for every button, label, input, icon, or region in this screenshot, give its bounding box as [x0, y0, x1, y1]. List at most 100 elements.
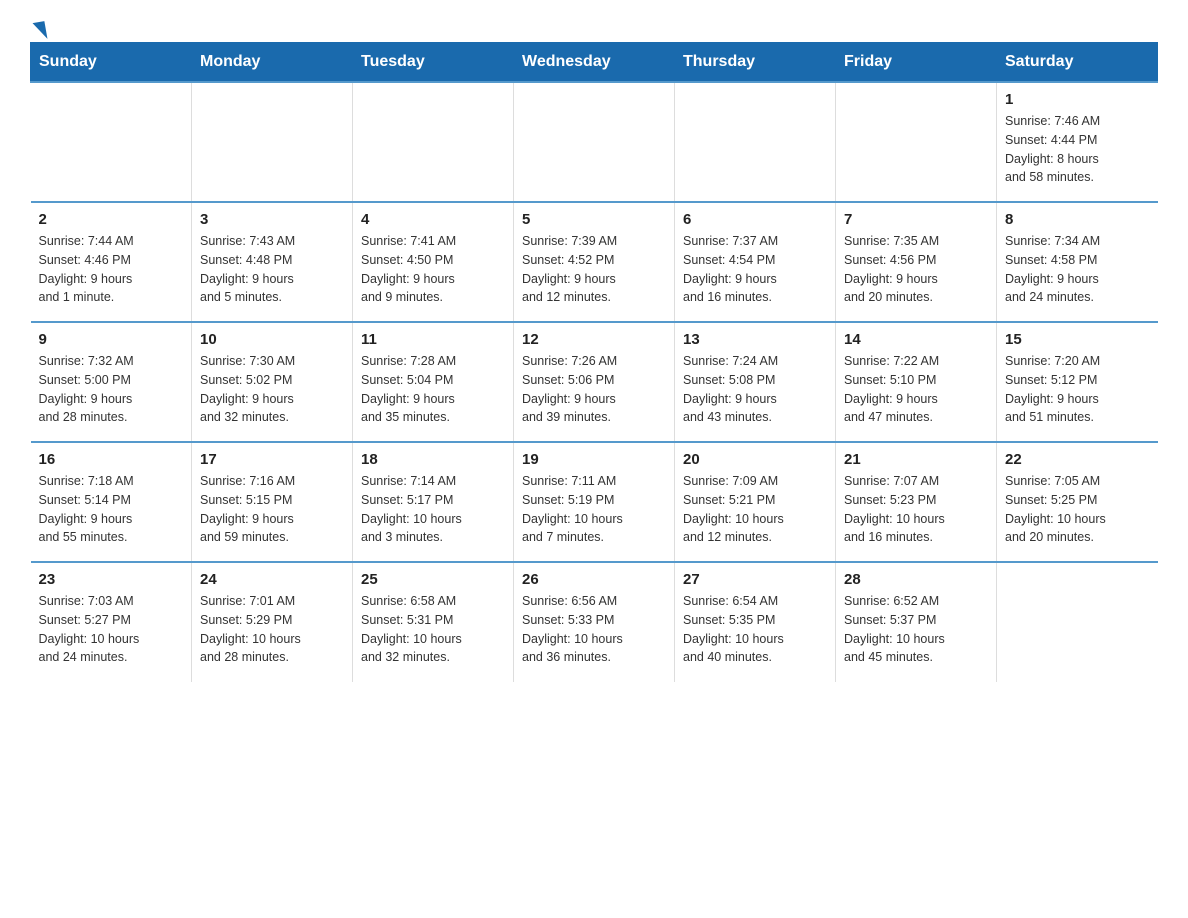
day-number: 3 — [200, 211, 344, 228]
day-number: 12 — [522, 331, 666, 348]
weekday-header-wednesday: Wednesday — [514, 43, 675, 83]
day-number: 5 — [522, 211, 666, 228]
calendar-cell: 5 Sunrise: 7:39 AMSunset: 4:52 PMDaylight… — [514, 202, 675, 322]
day-number: 22 — [1005, 451, 1150, 468]
day-number: 4 — [361, 211, 505, 228]
calendar-cell — [836, 82, 997, 202]
logo — [30, 20, 46, 32]
day-info: Sunrise: 7:09 AMSunset: 5:21 PMDaylight:… — [683, 472, 827, 547]
day-number: 20 — [683, 451, 827, 468]
day-number: 15 — [1005, 331, 1150, 348]
day-number: 27 — [683, 571, 827, 588]
day-info: Sunrise: 7:16 AMSunset: 5:15 PMDaylight:… — [200, 472, 344, 547]
day-number: 13 — [683, 331, 827, 348]
day-number: 11 — [361, 331, 505, 348]
day-info: Sunrise: 7:32 AMSunset: 5:00 PMDaylight:… — [39, 352, 184, 427]
calendar-week-1: 1 Sunrise: 7:46 AMSunset: 4:44 PMDaylight… — [31, 82, 1158, 202]
weekday-header-friday: Friday — [836, 43, 997, 83]
day-number: 23 — [39, 571, 184, 588]
calendar-cell — [31, 82, 192, 202]
calendar-cell: 2 Sunrise: 7:44 AMSunset: 4:46 PMDaylight… — [31, 202, 192, 322]
day-info: Sunrise: 7:22 AMSunset: 5:10 PMDaylight:… — [844, 352, 988, 427]
weekday-header-monday: Monday — [192, 43, 353, 83]
calendar-cell — [514, 82, 675, 202]
day-info: Sunrise: 7:46 AMSunset: 4:44 PMDaylight:… — [1005, 112, 1150, 187]
day-info: Sunrise: 7:39 AMSunset: 4:52 PMDaylight:… — [522, 232, 666, 307]
logo-arrow-icon — [33, 21, 48, 41]
calendar-cell — [675, 82, 836, 202]
day-info: Sunrise: 7:24 AMSunset: 5:08 PMDaylight:… — [683, 352, 827, 427]
weekday-header-saturday: Saturday — [997, 43, 1158, 83]
calendar-cell: 9 Sunrise: 7:32 AMSunset: 5:00 PMDaylight… — [31, 322, 192, 442]
day-info: Sunrise: 7:11 AMSunset: 5:19 PMDaylight:… — [522, 472, 666, 547]
calendar-cell: 28 Sunrise: 6:52 AMSunset: 5:37 PMDayligh… — [836, 562, 997, 682]
day-number: 14 — [844, 331, 988, 348]
weekday-row: SundayMondayTuesdayWednesdayThursdayFrid… — [31, 43, 1158, 83]
calendar-week-4: 16Sunrise: 7:18 AMSunset: 5:14 PMDayligh… — [31, 442, 1158, 562]
page-header — [30, 20, 1158, 32]
day-number: 1 — [1005, 91, 1150, 108]
day-info: Sunrise: 7:01 AMSunset: 5:29 PMDaylight:… — [200, 592, 344, 667]
day-number: 2 — [39, 211, 184, 228]
day-info: Sunrise: 7:30 AMSunset: 5:02 PMDaylight:… — [200, 352, 344, 427]
day-number: 19 — [522, 451, 666, 468]
calendar-header: SundayMondayTuesdayWednesdayThursdayFrid… — [31, 43, 1158, 83]
calendar-cell — [997, 562, 1158, 682]
day-info: Sunrise: 7:37 AMSunset: 4:54 PMDaylight:… — [683, 232, 827, 307]
calendar-cell: 24 Sunrise: 7:01 AMSunset: 5:29 PMDayligh… — [192, 562, 353, 682]
day-number: 10 — [200, 331, 344, 348]
calendar-cell: 4 Sunrise: 7:41 AMSunset: 4:50 PMDaylight… — [353, 202, 514, 322]
day-info: Sunrise: 7:41 AMSunset: 4:50 PMDaylight:… — [361, 232, 505, 307]
calendar-week-2: 2 Sunrise: 7:44 AMSunset: 4:46 PMDaylight… — [31, 202, 1158, 322]
calendar-cell: 16Sunrise: 7:18 AMSunset: 5:14 PMDayligh… — [31, 442, 192, 562]
day-info: Sunrise: 7:26 AMSunset: 5:06 PMDaylight:… — [522, 352, 666, 427]
calendar-table: SundayMondayTuesdayWednesdayThursdayFrid… — [30, 42, 1158, 682]
calendar-cell: 7Sunrise: 7:35 AMSunset: 4:56 PMDaylight… — [836, 202, 997, 322]
day-info: Sunrise: 7:28 AMSunset: 5:04 PMDaylight:… — [361, 352, 505, 427]
calendar-cell: 19 Sunrise: 7:11 AMSunset: 5:19 PMDayligh… — [514, 442, 675, 562]
calendar-cell: 12 Sunrise: 7:26 AMSunset: 5:06 PMDayligh… — [514, 322, 675, 442]
calendar-week-5: 23 Sunrise: 7:03 AMSunset: 5:27 PMDayligh… — [31, 562, 1158, 682]
calendar-cell: 6 Sunrise: 7:37 AMSunset: 4:54 PMDaylight… — [675, 202, 836, 322]
weekday-header-thursday: Thursday — [675, 43, 836, 83]
day-info: Sunrise: 7:05 AMSunset: 5:25 PMDaylight:… — [1005, 472, 1150, 547]
calendar-cell: 13 Sunrise: 7:24 AMSunset: 5:08 PMDayligh… — [675, 322, 836, 442]
calendar-cell: 20 Sunrise: 7:09 AMSunset: 5:21 PMDayligh… — [675, 442, 836, 562]
day-number: 28 — [844, 571, 988, 588]
calendar-cell: 18 Sunrise: 7:14 AMSunset: 5:17 PMDayligh… — [353, 442, 514, 562]
day-info: Sunrise: 7:18 AMSunset: 5:14 PMDaylight:… — [39, 472, 184, 547]
calendar-cell: 3Sunrise: 7:43 AMSunset: 4:48 PMDaylight… — [192, 202, 353, 322]
day-number: 8 — [1005, 211, 1150, 228]
day-number: 24 — [200, 571, 344, 588]
calendar-week-3: 9 Sunrise: 7:32 AMSunset: 5:00 PMDaylight… — [31, 322, 1158, 442]
calendar-cell: 1 Sunrise: 7:46 AMSunset: 4:44 PMDaylight… — [997, 82, 1158, 202]
calendar-body: 1 Sunrise: 7:46 AMSunset: 4:44 PMDaylight… — [31, 82, 1158, 682]
day-info: Sunrise: 7:03 AMSunset: 5:27 PMDaylight:… — [39, 592, 184, 667]
day-info: Sunrise: 7:44 AMSunset: 4:46 PMDaylight:… — [39, 232, 184, 307]
calendar-cell: 23 Sunrise: 7:03 AMSunset: 5:27 PMDayligh… — [31, 562, 192, 682]
calendar-cell: 10 Sunrise: 7:30 AMSunset: 5:02 PMDayligh… — [192, 322, 353, 442]
calendar-cell — [353, 82, 514, 202]
day-number: 25 — [361, 571, 505, 588]
day-number: 18 — [361, 451, 505, 468]
calendar-cell: 17Sunrise: 7:16 AMSunset: 5:15 PMDayligh… — [192, 442, 353, 562]
calendar-cell: 15 Sunrise: 7:20 AMSunset: 5:12 PMDayligh… — [997, 322, 1158, 442]
day-info: Sunrise: 7:14 AMSunset: 5:17 PMDaylight:… — [361, 472, 505, 547]
day-number: 6 — [683, 211, 827, 228]
calendar-cell — [192, 82, 353, 202]
logo-line1 — [30, 20, 46, 38]
day-info: Sunrise: 7:20 AMSunset: 5:12 PMDaylight:… — [1005, 352, 1150, 427]
calendar-cell: 14 Sunrise: 7:22 AMSunset: 5:10 PMDayligh… — [836, 322, 997, 442]
day-info: Sunrise: 7:34 AMSunset: 4:58 PMDaylight:… — [1005, 232, 1150, 307]
calendar-cell: 11 Sunrise: 7:28 AMSunset: 5:04 PMDayligh… — [353, 322, 514, 442]
day-number: 21 — [844, 451, 988, 468]
calendar-cell: 25 Sunrise: 6:58 AMSunset: 5:31 PMDayligh… — [353, 562, 514, 682]
calendar-cell: 27Sunrise: 6:54 AMSunset: 5:35 PMDayligh… — [675, 562, 836, 682]
calendar-cell: 26Sunrise: 6:56 AMSunset: 5:33 PMDayligh… — [514, 562, 675, 682]
day-number: 9 — [39, 331, 184, 348]
day-info: Sunrise: 6:52 AMSunset: 5:37 PMDaylight:… — [844, 592, 988, 667]
day-info: Sunrise: 6:58 AMSunset: 5:31 PMDaylight:… — [361, 592, 505, 667]
calendar-cell: 8 Sunrise: 7:34 AMSunset: 4:58 PMDaylight… — [997, 202, 1158, 322]
weekday-header-sunday: Sunday — [31, 43, 192, 83]
day-info: Sunrise: 7:07 AMSunset: 5:23 PMDaylight:… — [844, 472, 988, 547]
